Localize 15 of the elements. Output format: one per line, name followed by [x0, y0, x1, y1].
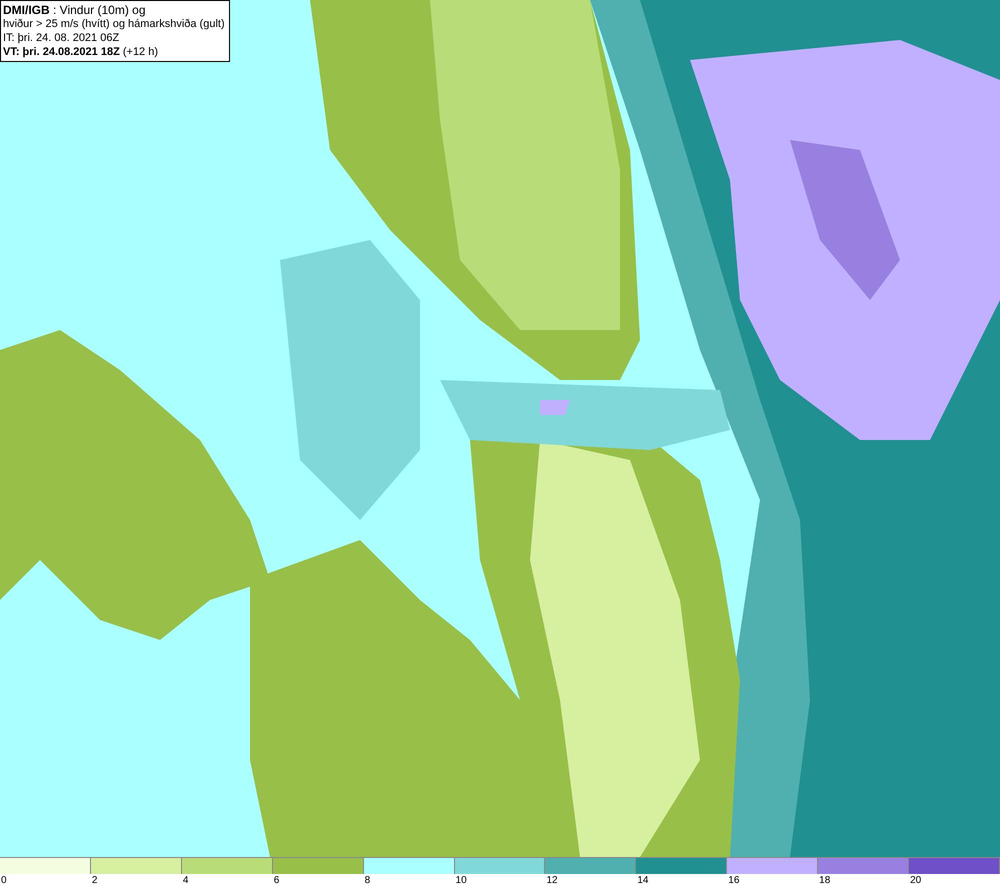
legend-label: 12 — [546, 874, 558, 887]
legend-label: 2 — [92, 874, 98, 887]
legend-label: 0 — [1, 874, 7, 887]
title-line: VT: þri. 24.08.2021 18Z (+12 h) — [3, 45, 160, 59]
legend-label: 16 — [728, 874, 740, 887]
title-line: IT: þri. 24. 08. 2021 06Z — [3, 31, 120, 45]
title-line: DMI/IGB : Vindur (10m) og — [3, 3, 146, 17]
legend-label: 4 — [182, 874, 188, 887]
title-line: hviður > 25 m/s (hvítt) og hámarkshviða (gult) — [3, 17, 225, 31]
legend-label: 20 — [910, 874, 922, 887]
legend-label: 8 — [364, 874, 370, 887]
legend-label: 14 — [637, 874, 648, 887]
legend-label: 18 — [819, 874, 830, 887]
legend-label: 10 — [456, 874, 467, 887]
legend-label: 6 — [274, 874, 280, 887]
